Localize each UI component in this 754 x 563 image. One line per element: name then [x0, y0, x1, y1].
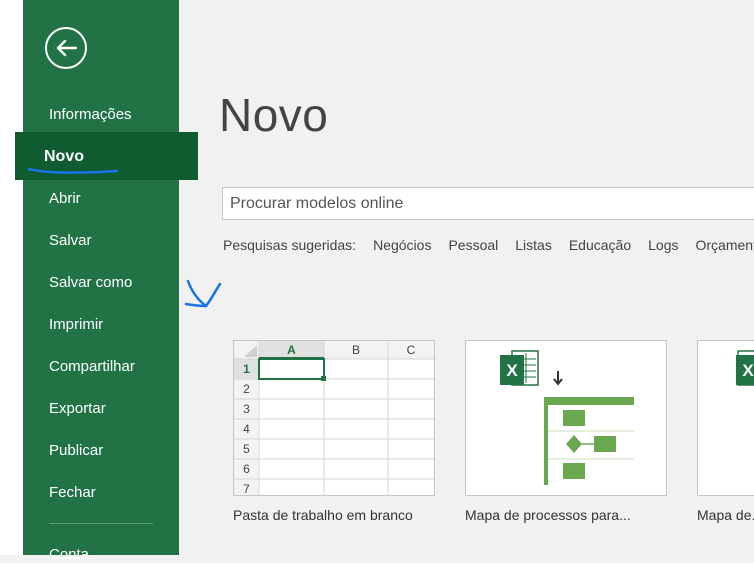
- sidebar-item-imprimir[interactable]: Imprimir: [49, 316, 103, 334]
- suggested-searches: Pesquisas sugeridas: Negócios Pessoal Li…: [223, 237, 754, 253]
- sidebar-item-publicar[interactable]: Publicar: [49, 442, 103, 460]
- suggest-label: Pesquisas sugeridas:: [223, 237, 357, 253]
- annotation-underline: [27, 167, 119, 174]
- svg-text:X: X: [742, 361, 754, 380]
- excel-logo-icon: X: [500, 350, 539, 386]
- sidebar-divider: [49, 523, 153, 524]
- sidebar-item-compartilhar[interactable]: Compartilhar: [49, 358, 135, 376]
- suggest-link-pessoal[interactable]: Pessoal: [448, 237, 498, 253]
- column-header-a: A: [287, 343, 296, 357]
- window-edge: [0, 0, 23, 555]
- template-process-map[interactable]: X: [465, 340, 667, 496]
- template-blank-workbook[interactable]: A B C 1 2 3 4 5 6 7: [233, 340, 435, 496]
- row-header-6: 6: [243, 462, 250, 476]
- sidebar-item-salvar[interactable]: Salvar: [49, 232, 92, 250]
- template-label-process-map[interactable]: Mapa de processos para...: [465, 507, 631, 523]
- back-arrow-icon: [56, 39, 78, 57]
- column-header-b: B: [351, 343, 360, 357]
- row-header-1: 1: [243, 362, 250, 376]
- sidebar-item-abrir[interactable]: Abrir: [49, 190, 81, 208]
- back-button[interactable]: [45, 27, 87, 69]
- suggest-link-listas[interactable]: Listas: [515, 237, 552, 253]
- template-label-third[interactable]: Mapa de...: [697, 507, 754, 523]
- row-header-7: 7: [243, 482, 250, 496]
- annotation-arrow-icon: [184, 279, 222, 308]
- sidebar-item-exportar[interactable]: Exportar: [49, 400, 106, 418]
- row-header-4: 4: [243, 422, 250, 436]
- column-header-c: C: [406, 343, 416, 357]
- suggest-link-educacao[interactable]: Educação: [569, 237, 631, 253]
- template-search-box[interactable]: [222, 187, 754, 220]
- search-input[interactable]: [223, 188, 754, 219]
- page-title: Novo: [219, 89, 329, 141]
- template-label-blank[interactable]: Pasta de trabalho em branco: [233, 507, 413, 523]
- blank-grid-thumbnail: [234, 341, 434, 495]
- suggest-link-orcamentos[interactable]: Orçamentos: [695, 237, 754, 253]
- svg-text:X: X: [506, 361, 518, 380]
- row-header-5: 5: [243, 442, 250, 456]
- template-third[interactable]: X: [697, 340, 754, 496]
- process-map-thumbnail: X: [500, 350, 634, 485]
- down-arrow-icon: [553, 371, 563, 386]
- sidebar-item-fechar[interactable]: Fechar: [49, 484, 96, 502]
- sidebar-item-informacoes[interactable]: Informações: [49, 106, 132, 124]
- suggest-link-negocios[interactable]: Negócios: [373, 237, 431, 253]
- row-header-2: 2: [243, 382, 250, 396]
- excel-logo-icon: X: [736, 350, 754, 386]
- row-header-3: 3: [243, 402, 250, 416]
- sidebar-item-salvar-como[interactable]: Salvar como: [49, 274, 132, 292]
- suggest-link-logs[interactable]: Logs: [648, 237, 678, 253]
